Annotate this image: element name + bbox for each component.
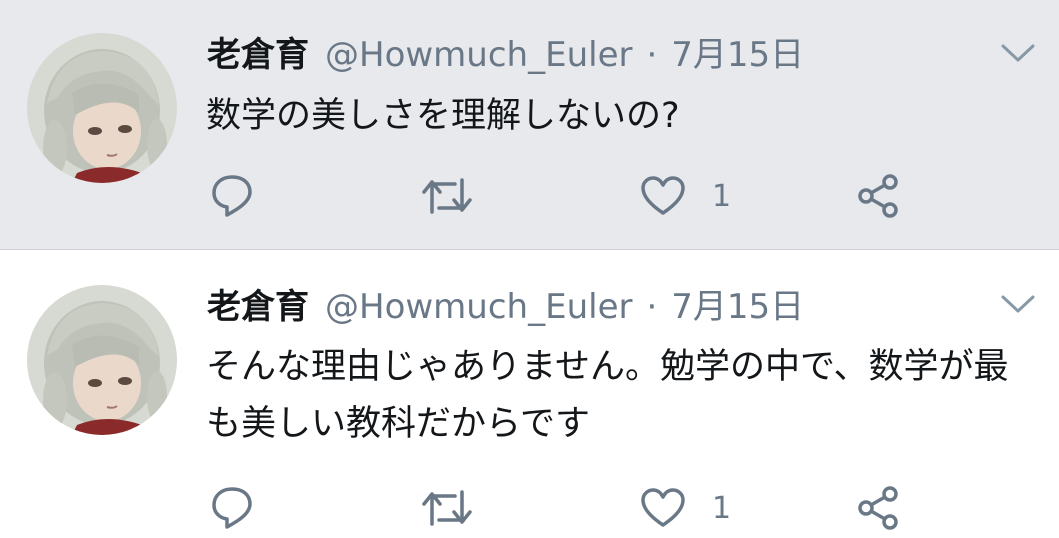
retweet-button[interactable] <box>421 172 473 220</box>
author-handle[interactable]: @Howmuch_Euler <box>325 287 632 327</box>
share-button[interactable] <box>855 484 903 532</box>
retweet-icon <box>422 178 472 214</box>
reply-button[interactable] <box>210 172 254 220</box>
like-button[interactable]: 1 <box>640 484 731 532</box>
like-count: 1 <box>712 490 732 526</box>
reply-icon <box>212 487 252 529</box>
tweet-text: 数学の美しさを理解しないの? <box>206 96 680 136</box>
chevron-down-icon[interactable] <box>1000 42 1036 64</box>
author-name[interactable]: 老倉育 <box>207 27 309 76</box>
share-icon <box>858 174 898 218</box>
tweet-text: そんな理由じゃありません。勉学の中で、数学が最も美しい教科だからです <box>206 347 1009 444</box>
chevron-down-icon[interactable] <box>1000 293 1036 315</box>
tweet-header: 老倉育 @Howmuch_Euler · 7月15日 <box>207 27 804 77</box>
tweet-feed: 老倉育 @Howmuch_Euler · 7月15日 数学の美しさを理解しないの… <box>0 0 1059 538</box>
tweet-date[interactable]: 7月15日 <box>671 27 804 76</box>
tweet[interactable]: 老倉育 @Howmuch_Euler · 7月15日 そんな理由じゃありません。… <box>0 251 1059 538</box>
reply-icon <box>212 175 252 217</box>
like-count: 1 <box>712 178 732 214</box>
tweet-actions: 1 <box>0 172 1059 220</box>
heart-icon <box>641 488 685 527</box>
separator-dot: · <box>646 287 658 327</box>
tweet[interactable]: 老倉育 @Howmuch_Euler · 7月15日 数学の美しさを理解しないの… <box>0 0 1059 250</box>
tweet-header: 老倉育 @Howmuch_Euler · 7月15日 <box>207 279 804 329</box>
author-handle[interactable]: @Howmuch_Euler <box>325 35 632 75</box>
retweet-icon <box>422 490 472 526</box>
author-name[interactable]: 老倉育 <box>207 279 309 328</box>
separator-dot: · <box>646 35 658 75</box>
heart-icon <box>641 176 685 215</box>
avatar[interactable] <box>27 285 177 435</box>
share-icon <box>858 486 898 530</box>
retweet-button[interactable] <box>421 484 473 532</box>
like-button[interactable]: 1 <box>640 172 731 220</box>
avatar[interactable] <box>27 33 177 183</box>
tweet-actions: 1 <box>0 484 1059 532</box>
tweet-date[interactable]: 7月15日 <box>671 279 804 328</box>
share-button[interactable] <box>855 172 903 220</box>
reply-button[interactable] <box>210 484 254 532</box>
